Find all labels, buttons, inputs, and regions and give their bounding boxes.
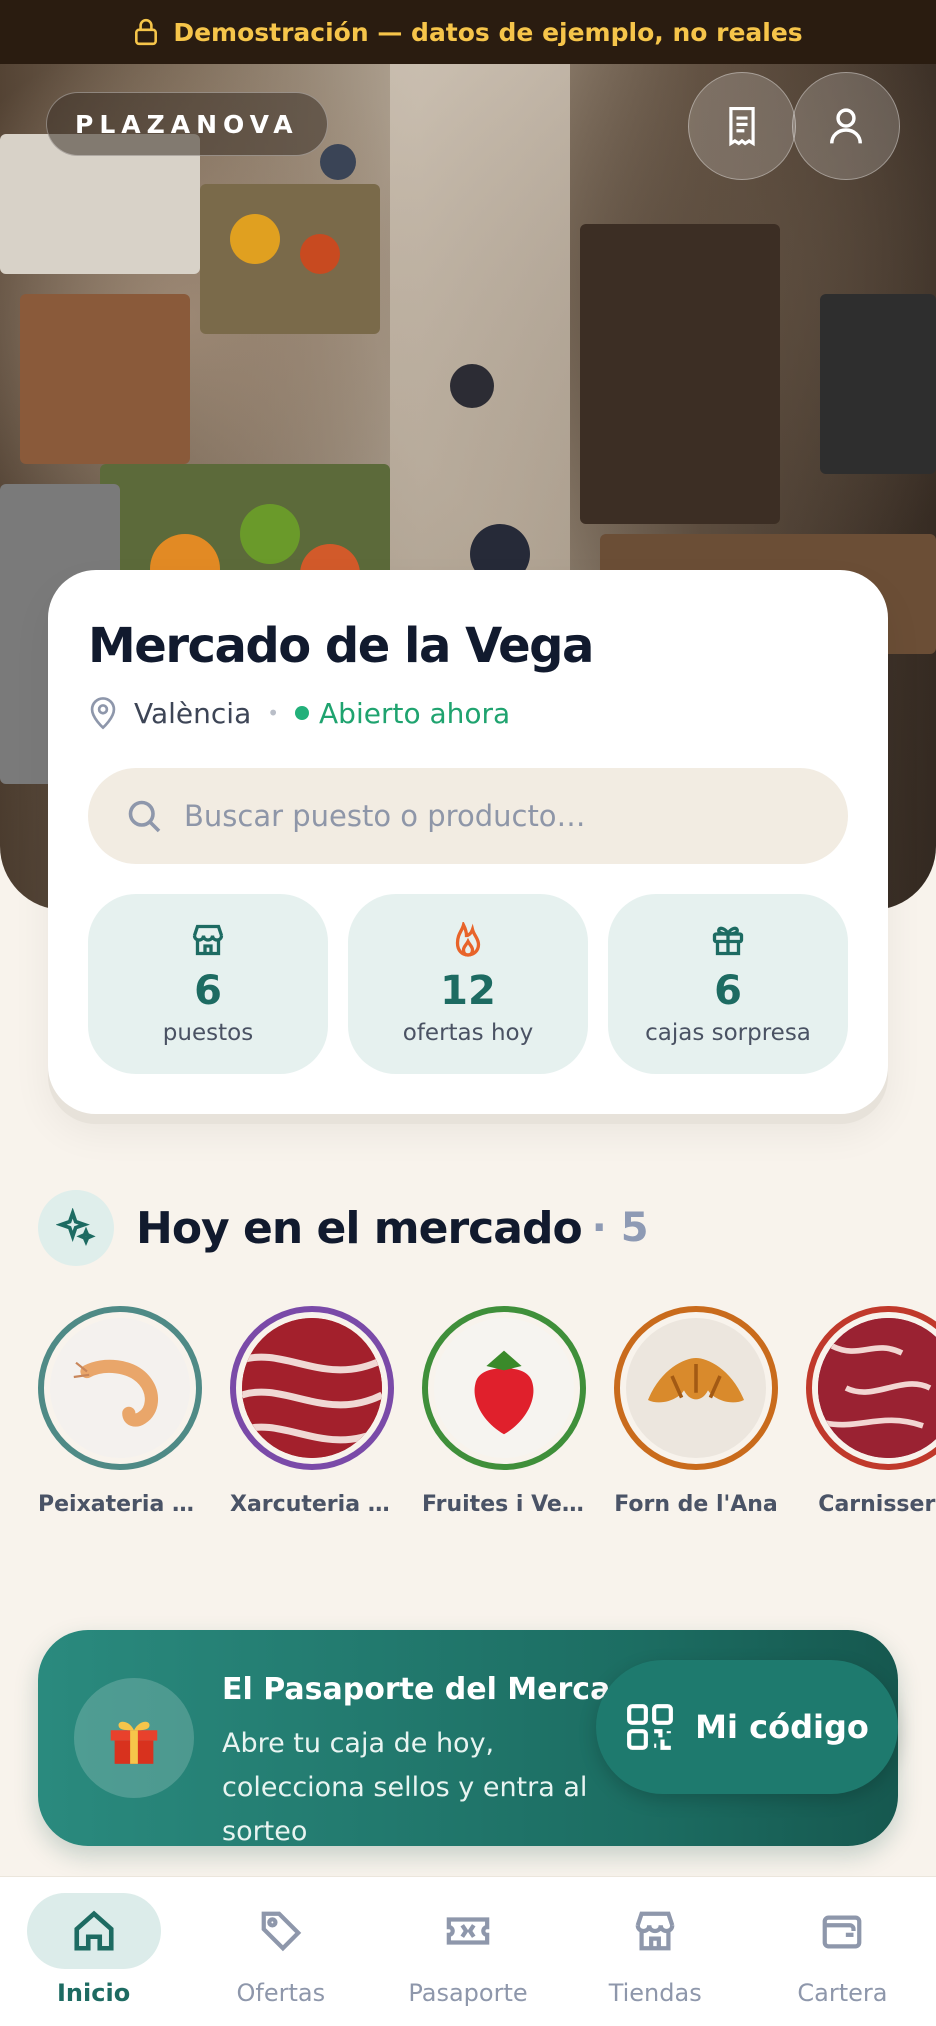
store-name: Peixateria E... — [38, 1492, 202, 1517]
store-thumbnail — [818, 1318, 936, 1458]
stat-surprise-boxes[interactable]: 6 cajas sorpresa — [608, 894, 848, 1074]
stat-label: ofertas hoy — [402, 1020, 534, 1046]
story-ring — [422, 1306, 586, 1470]
stat-stalls[interactable]: 6 puestos — [88, 894, 328, 1074]
market-title: Mercado de la Vega — [88, 618, 594, 674]
store-name: Fruites i Ver... — [422, 1492, 586, 1517]
open-status: Abierto ahora — [319, 696, 511, 730]
market-info-card: Mercado de la Vega València • Abierto ah… — [48, 570, 888, 1114]
search-icon — [128, 800, 161, 833]
gift-icon — [712, 926, 744, 956]
brand-logo[interactable]: PLAZANOVA — [46, 92, 328, 156]
today-section-header: Hoy en el mercado · 5 — [38, 1190, 649, 1266]
stat-label: cajas sorpresa — [645, 1020, 811, 1046]
user-icon — [830, 108, 862, 144]
ticket-icon — [446, 1917, 490, 1945]
my-code-label: Mi código — [695, 1708, 869, 1746]
passport-description: Abre tu caja de hoy, colecciona sellos y… — [222, 1728, 588, 1846]
tab-cartera[interactable]: Cartera — [749, 1877, 936, 2026]
strawberry-icon — [474, 1350, 534, 1435]
stat-value: 6 — [714, 968, 742, 1014]
tab-label: Pasaporte — [408, 1979, 528, 2007]
tab-tiendas[interactable]: Tiendas — [562, 1877, 749, 2026]
store-name: Carnisseria — [818, 1492, 936, 1517]
tag-icon — [261, 1911, 302, 1952]
wallet-icon — [823, 1915, 862, 1949]
banner-text: Demostración — datos de ejemplo, no real… — [173, 17, 803, 47]
my-code-button[interactable]: Mi código — [596, 1660, 898, 1794]
stat-value: 12 — [440, 968, 496, 1014]
receipt-icon — [729, 107, 755, 147]
location-pin-icon — [90, 697, 116, 730]
store-name: Forn de l'Ana — [614, 1492, 778, 1517]
separator-dot: • — [267, 701, 280, 725]
tab-ofertas[interactable]: Ofertas — [187, 1877, 374, 2026]
croissant-icon — [648, 1358, 744, 1403]
store-icon — [635, 1911, 675, 1951]
market-stats: 6 puestos 12 ofertas hoy 6 cajas sorpres… — [88, 894, 848, 1074]
story-ring — [230, 1306, 394, 1470]
store-story[interactable]: Xarcuteria i ... — [230, 1306, 394, 1517]
meat-icon — [818, 1318, 936, 1458]
store-story[interactable]: Carnisseria — [806, 1306, 936, 1517]
stat-label: puestos — [162, 1020, 254, 1046]
profile-button[interactable] — [792, 72, 900, 180]
sparkle-icon — [56, 1208, 96, 1246]
section-count: · 5 — [591, 1205, 649, 1251]
story-ring — [614, 1306, 778, 1470]
tab-label: Inicio — [57, 1979, 131, 2007]
bottom-tab-bar: Inicio Ofertas Pasaporte Tiendas Cartera — [0, 1876, 936, 2026]
open-status-dot — [295, 706, 310, 720]
home-icon — [74, 1910, 114, 1951]
store-story[interactable]: Forn de l'Ana — [614, 1306, 778, 1517]
qr-code-icon — [627, 1704, 674, 1750]
store-thumbnail — [242, 1318, 382, 1458]
store-thumbnail — [626, 1318, 766, 1458]
store-story[interactable]: Fruites i Ver... — [422, 1306, 586, 1517]
stat-value: 6 — [194, 968, 222, 1014]
demo-banner: Demostración — datos de ejemplo, no real… — [0, 0, 936, 64]
tab-label: Tiendas — [608, 1979, 702, 2007]
store-icon — [192, 924, 224, 956]
stores-carousel[interactable]: Peixateria E... Xarcuteria i ... Fruites… — [38, 1306, 936, 1526]
sparkle-badge — [38, 1190, 114, 1266]
market-location-row: València • Abierto ahora — [88, 696, 848, 730]
story-ring — [806, 1306, 936, 1470]
stat-offers[interactable]: 12 ofertas hoy — [348, 894, 588, 1074]
lock-icon — [135, 18, 158, 46]
store-thumbnail — [50, 1318, 190, 1458]
passport-gift-badge — [74, 1678, 194, 1798]
passport-title: El Pasaporte del Mercado — [222, 1672, 653, 1707]
story-ring — [38, 1306, 202, 1470]
market-city: València — [134, 696, 252, 730]
receipts-button[interactable] — [688, 72, 796, 180]
ham-icon — [242, 1318, 382, 1458]
tab-label: Ofertas — [236, 1979, 326, 2007]
tab-pasaporte[interactable]: Pasaporte — [374, 1877, 561, 2026]
search-input[interactable]: Buscar puesto o producto… — [88, 768, 848, 864]
store-story[interactable]: Peixateria E... — [38, 1306, 202, 1517]
gift-box-icon — [110, 1721, 158, 1764]
section-title: Hoy en el mercado — [136, 1202, 583, 1254]
flame-icon — [455, 922, 481, 957]
search-placeholder: Buscar puesto o producto… — [184, 799, 586, 833]
shrimp-icon — [73, 1359, 158, 1427]
tab-label: Cartera — [797, 1979, 888, 2007]
store-thumbnail — [434, 1318, 574, 1458]
tab-inicio[interactable]: Inicio — [0, 1877, 187, 2026]
store-name: Xarcuteria i ... — [230, 1492, 394, 1517]
